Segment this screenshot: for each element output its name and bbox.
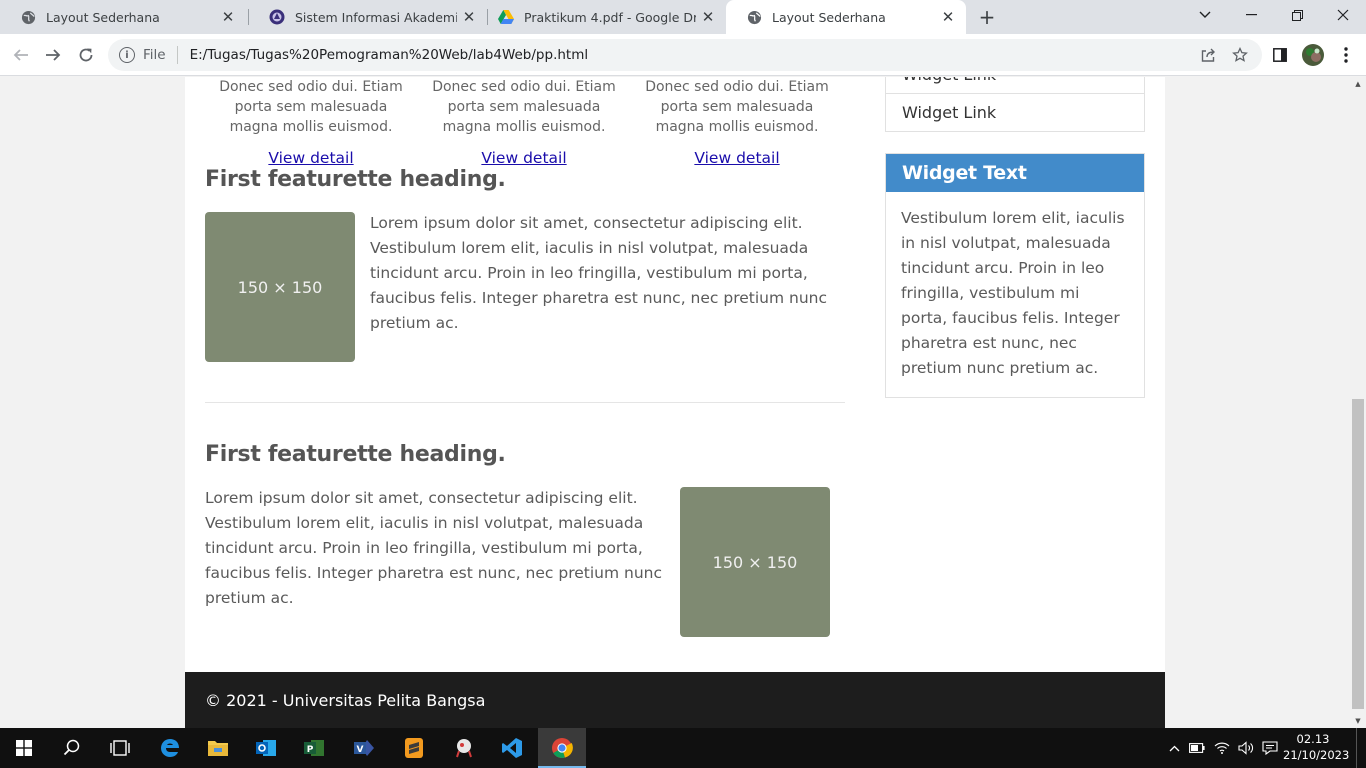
menu-kebab-icon[interactable] — [1332, 41, 1360, 69]
address-bar[interactable]: i File E:/Tugas/Tugas%20Pemograman%20Web… — [108, 39, 1262, 71]
wifi-icon[interactable] — [1210, 728, 1234, 768]
tab-search-chevron-icon[interactable] — [1182, 0, 1228, 30]
edge-browser-icon[interactable] — [146, 728, 194, 768]
scroll-up-arrow-icon[interactable]: ▲ — [1350, 77, 1366, 91]
url-text[interactable]: E:/Tugas/Tugas%20Pemograman%20Web/lab4We… — [190, 47, 589, 63]
view-detail-link[interactable]: View detail — [424, 149, 624, 167]
notification-chat-icon[interactable] — [1258, 728, 1282, 768]
university-logo-icon — [269, 9, 285, 25]
page-viewport: Donec sed odio dui. Etiam porta sem male… — [0, 77, 1350, 728]
svg-text:V: V — [357, 745, 364, 755]
reload-button[interactable] — [72, 41, 100, 69]
google-drive-icon — [498, 9, 514, 25]
scheme-label: File — [143, 47, 166, 63]
page-scrollbar[interactable]: ▲ ▼ — [1350, 77, 1366, 728]
clock-date: 21/10/2023 — [1283, 748, 1350, 762]
featurette-image-placeholder: 150 × 150 — [680, 487, 830, 637]
featurette-divider — [205, 402, 845, 403]
back-button[interactable] — [7, 41, 35, 69]
file-explorer-icon[interactable] — [194, 728, 242, 768]
teaser-description: Donec sed odio dui. Etiam porta sem male… — [432, 79, 616, 135]
browser-tab-strip: Layout Sederhana ✕ Sistem Informasi Akad… — [0, 0, 1366, 34]
snipping-tool-icon[interactable] — [440, 728, 488, 768]
forward-button[interactable] — [39, 41, 67, 69]
tab-title: Layout Sederhana — [772, 9, 886, 25]
featurette-heading: First featurette heading. — [205, 167, 506, 192]
outlook-icon[interactable] — [242, 728, 290, 768]
close-icon[interactable]: ✕ — [936, 5, 960, 29]
visio-app-icon[interactable]: V — [340, 728, 388, 768]
minimize-button[interactable] — [1228, 0, 1274, 30]
featurette-text: Lorem ipsum dolor sit amet, consectetur … — [370, 214, 828, 332]
widget-links-list: Widget Link Widget Link — [885, 77, 1145, 132]
bookmark-star-icon[interactable] — [1228, 43, 1252, 67]
tab-title: Praktikum 4.pdf - Google Drive — [524, 9, 696, 25]
scrollbar-thumb[interactable] — [1352, 399, 1364, 709]
svg-text:P: P — [307, 745, 314, 755]
close-icon[interactable]: ✕ — [216, 5, 240, 29]
info-icon[interactable]: i — [119, 47, 135, 63]
volume-icon[interactable] — [1234, 728, 1258, 768]
view-detail-link[interactable]: View detail — [211, 149, 411, 167]
windows-start-icon[interactable] — [0, 728, 48, 768]
widget-text-body: Vestibulum lorem elit, iaculis in nisl v… — [901, 209, 1125, 377]
page-container: Donec sed odio dui. Etiam porta sem male… — [185, 77, 1165, 728]
task-view-icon[interactable] — [96, 728, 144, 768]
close-icon[interactable]: ✕ — [696, 5, 720, 29]
restore-button[interactable] — [1274, 0, 1320, 30]
widget-text-title: Widget Text — [886, 154, 1144, 192]
scroll-down-arrow-icon[interactable]: ▼ — [1350, 714, 1366, 728]
vscode-icon[interactable] — [488, 728, 536, 768]
battery-icon[interactable] — [1186, 728, 1208, 768]
show-desktop-button[interactable] — [1356, 728, 1366, 768]
share-icon[interactable] — [1196, 43, 1220, 67]
tab-layout-sederhana-active[interactable]: Layout Sederhana ✕ — [726, 0, 966, 34]
omnibox-divider — [176, 46, 178, 64]
tab-sistem-informasi-akademik[interactable]: Sistem Informasi Akademik ✕ — [249, 0, 487, 34]
widget-text-panel: Widget Text Vestibulum lorem elit, iacul… — [885, 153, 1145, 398]
view-detail-link[interactable]: View detail — [637, 149, 837, 167]
globe-icon — [20, 9, 36, 25]
globe-icon — [746, 9, 762, 25]
featurette-text: Lorem ipsum dolor sit amet, consectetur … — [205, 489, 663, 607]
browser-toolbar: i File E:/Tugas/Tugas%20Pemograman%20Web… — [0, 34, 1366, 76]
tab-layout-sederhana-1[interactable]: Layout Sederhana ✕ — [0, 0, 246, 34]
close-window-button[interactable] — [1320, 0, 1366, 30]
windows-taskbar: P V 02.13 21/10/2023 — [0, 728, 1366, 768]
project-app-icon[interactable]: P — [290, 728, 338, 768]
featurette-heading: First featurette heading. — [205, 442, 506, 467]
new-tab-button[interactable]: + — [974, 5, 1000, 29]
chrome-icon[interactable] — [538, 728, 586, 768]
page-footer: © 2021 - Universitas Pelita Bangsa — [185, 672, 1165, 728]
teaser-column-1: Donec sed odio dui. Etiam porta sem male… — [211, 77, 411, 167]
teaser-column-3: Donec sed odio dui. Etiam porta sem male… — [637, 77, 837, 167]
tab-google-drive[interactable]: Praktikum 4.pdf - Google Drive ✕ — [478, 0, 726, 34]
tab-title: Layout Sederhana — [46, 9, 160, 25]
teaser-description: Donec sed odio dui. Etiam porta sem male… — [219, 79, 403, 135]
side-panel-icon[interactable] — [1266, 41, 1294, 69]
widget-link[interactable]: Widget Link — [886, 77, 1144, 93]
search-icon[interactable] — [48, 728, 96, 768]
show-hidden-icons-chevron-icon[interactable] — [1164, 728, 1184, 768]
featurette-image-placeholder: 150 × 150 — [205, 212, 355, 362]
system-clock[interactable]: 02.13 21/10/2023 — [1283, 731, 1350, 763]
sublime-text-icon[interactable] — [390, 728, 438, 768]
teaser-column-2: Donec sed odio dui. Etiam porta sem male… — [424, 77, 624, 167]
profile-avatar[interactable] — [1299, 41, 1327, 69]
clock-time: 02.13 — [1296, 732, 1330, 746]
teaser-description: Donec sed odio dui. Etiam porta sem male… — [645, 79, 829, 135]
widget-link[interactable]: Widget Link — [886, 93, 1144, 131]
tab-title: Sistem Informasi Akademik — [295, 9, 457, 25]
